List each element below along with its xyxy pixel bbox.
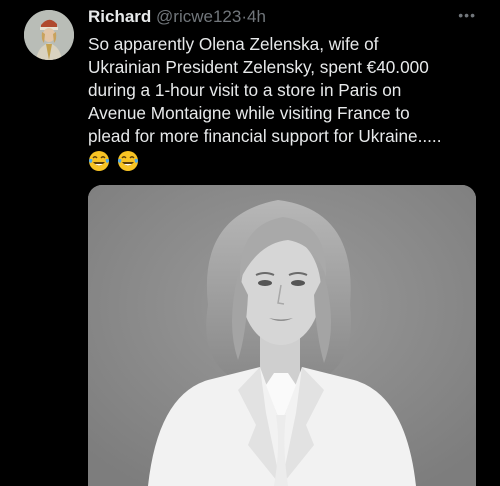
tweet-text-line: plead for more financial support for Ukr… xyxy=(88,126,442,146)
emoji-row xyxy=(88,150,142,174)
more-horizontal-icon[interactable]: ••• xyxy=(458,8,476,22)
tweet[interactable]: Richard @ricwe123·4h ••• So apparently O… xyxy=(0,0,500,486)
display-name[interactable]: Richard xyxy=(88,7,151,26)
user-handle[interactable]: @ricwe123 xyxy=(156,7,241,26)
face-with-tears-of-joy-icon xyxy=(118,151,139,171)
tweet-header: Richard @ricwe123·4h xyxy=(88,6,266,28)
tweet-text: So apparently Olena Zelenska, wife of Uk… xyxy=(88,33,488,148)
avatar[interactable] xyxy=(24,10,74,60)
tweet-text-line: during a 1-hour visit to a store in Pari… xyxy=(88,80,402,100)
tweet-text-line: So apparently Olena Zelenska, wife of xyxy=(88,34,379,54)
tweet-photo[interactable] xyxy=(88,185,476,486)
tweet-text-line: Ukrainian President Zelensky, spent €40.… xyxy=(88,57,429,77)
tweet-text-line: Avenue Montaigne while visiting France t… xyxy=(88,103,410,123)
face-with-tears-of-joy-icon xyxy=(89,151,109,171)
timestamp[interactable]: 4h xyxy=(247,7,266,26)
